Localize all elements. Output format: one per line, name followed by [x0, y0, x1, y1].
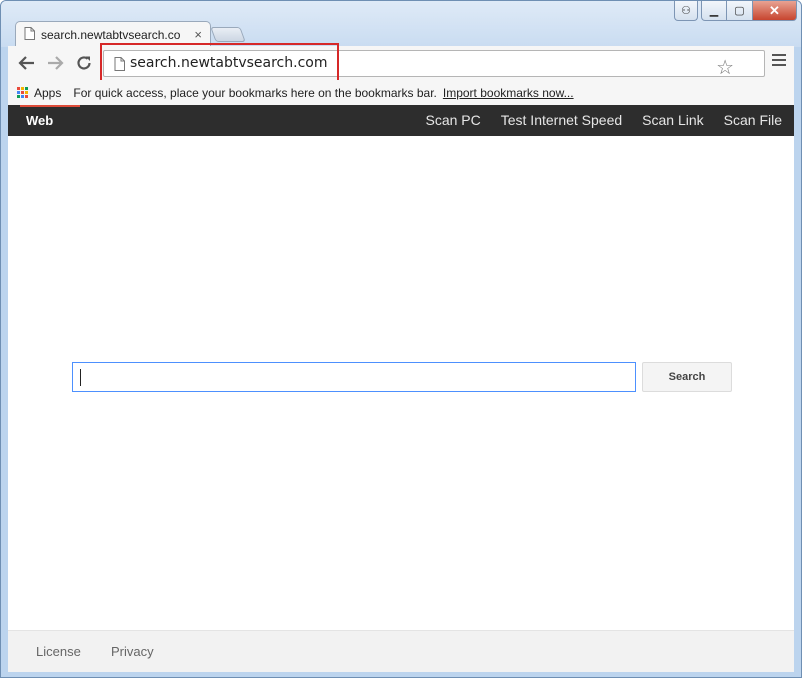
nav-web[interactable]: Web [19, 105, 81, 128]
footer-privacy-link[interactable]: Privacy [111, 644, 154, 659]
minimize-button[interactable]: ▁ [701, 1, 727, 21]
web-page: Web Scan PC Test Internet Speed Scan Lin… [8, 105, 794, 672]
bookmarks-bar: Apps For quick access, place your bookma… [8, 80, 794, 105]
address-bar[interactable]: search.newtabtvsearch.com ☆ [103, 50, 765, 80]
search-input[interactable] [72, 362, 636, 392]
tab-title: search.newtabtvsearch.co [41, 27, 181, 42]
footer: License Privacy [8, 630, 794, 672]
reload-button[interactable] [73, 52, 95, 74]
footer-license-link[interactable]: License [36, 644, 81, 659]
apps-shortcut[interactable]: Apps [34, 86, 61, 100]
bookmarks-info-text: For quick access, place your bookmarks h… [73, 85, 437, 100]
nav-scan-file[interactable]: Scan File [724, 112, 782, 128]
apps-grid-icon[interactable] [17, 87, 28, 98]
page-icon [24, 26, 35, 43]
import-bookmarks-link[interactable]: Import bookmarks now... [443, 86, 574, 100]
close-window-button[interactable]: ✕ [753, 1, 797, 21]
reload-icon [77, 56, 91, 70]
forward-button[interactable] [44, 52, 66, 74]
window-bottom-border [1, 672, 801, 677]
chrome-menu-icon[interactable] [772, 54, 786, 69]
user-profile-button[interactable]: ⚇ [674, 1, 698, 21]
new-tab-button[interactable] [210, 27, 246, 42]
url-text[interactable]: search.newtabtvsearch.com [130, 55, 327, 71]
nav-scan-link[interactable]: Scan Link [642, 112, 703, 128]
nav-test-internet-speed[interactable]: Test Internet Speed [501, 112, 622, 128]
back-arrow-icon [18, 56, 34, 70]
page-info-icon[interactable] [114, 57, 125, 76]
close-tab-icon[interactable]: × [194, 27, 202, 42]
forward-arrow-icon [48, 56, 64, 70]
text-caret [80, 369, 81, 386]
nav-scan-pc[interactable]: Scan PC [425, 112, 480, 128]
search-button[interactable]: Search [642, 362, 732, 392]
maximize-button[interactable]: ▢ [727, 1, 753, 21]
browser-tab[interactable]: search.newtabtvsearch.co × [15, 21, 211, 47]
back-button[interactable] [16, 52, 38, 74]
browser-window: ⚇ ▁ ▢ ✕ search.newtabtvsearch.co × searc… [0, 0, 802, 678]
nav-links: Scan PC Test Internet Speed Scan Link Sc… [405, 112, 782, 128]
bookmark-star-icon[interactable]: ☆ [716, 55, 734, 80]
top-navigation: Web Scan PC Test Internet Speed Scan Lin… [8, 105, 794, 136]
toolbar: search.newtabtvsearch.com ☆ [8, 46, 794, 80]
window-controls: ⚇ ▁ ▢ ✕ [674, 1, 797, 21]
